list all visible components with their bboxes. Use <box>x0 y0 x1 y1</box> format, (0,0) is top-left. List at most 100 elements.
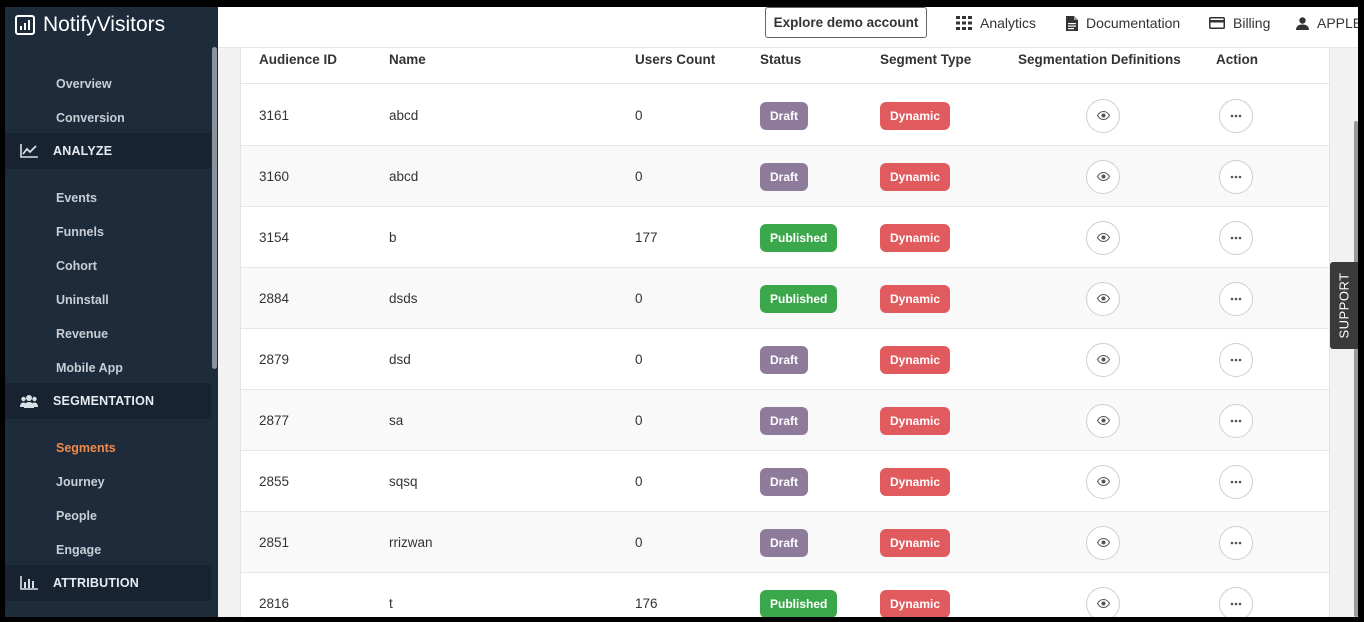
row-actions-button[interactable] <box>1219 403 1253 438</box>
col-audience-id-header[interactable]: Audience ID <box>259 52 337 67</box>
col-name-header[interactable]: Name <box>389 52 426 67</box>
row-actions-button[interactable] <box>1219 464 1253 499</box>
eye-icon <box>1096 416 1110 425</box>
sidebar-item-journey[interactable]: Journey <box>56 475 105 489</box>
segment-type-badge: Dynamic <box>880 101 951 130</box>
table-row[interactable]: 3160 abcd 0 Draft Dynamic <box>241 146 1329 207</box>
sidebar-section-analyze[interactable]: ANALYZE <box>5 133 211 169</box>
col-segment-type-header[interactable]: Segment Type <box>880 52 971 67</box>
table-row[interactable]: 2879 dsd 0 Draft Dynamic <box>241 329 1329 390</box>
status-cell: Draft <box>760 329 809 390</box>
view-definition-button[interactable] <box>1086 159 1120 194</box>
sidebar-item-mobile-app[interactable]: Mobile App <box>56 361 123 375</box>
users-count-cell: 0 <box>635 169 643 184</box>
sidebar-item-segments[interactable]: Segments <box>56 441 116 455</box>
more-horizontal-icon <box>1230 175 1242 178</box>
sidebar-item-revenue[interactable]: Revenue <box>56 327 108 341</box>
view-definition-button[interactable] <box>1086 525 1120 560</box>
status-cell: Draft <box>760 512 809 573</box>
nav-billing[interactable]: Billing <box>1209 15 1270 31</box>
sidebar-section-attribution[interactable]: ATTRIBUTION <box>5 565 211 601</box>
audience-id-cell: 2884 <box>259 291 290 306</box>
sidebar-item-uninstall[interactable]: Uninstall <box>56 293 109 307</box>
table-row[interactable]: 3161 abcd 0 Draft Dynamic <box>241 85 1329 146</box>
sidebar-scrollbar[interactable] <box>212 47 217 369</box>
eye-icon <box>1096 233 1110 242</box>
definitions-cell <box>1086 451 1120 512</box>
definitions-cell <box>1086 85 1120 146</box>
segment-type-badge: Dynamic <box>880 528 951 557</box>
sidebar-item-conversion[interactable]: Conversion <box>56 111 125 125</box>
sidebar-section-label: ATTRIBUTION <box>53 576 139 590</box>
name-cell: sqsq <box>389 474 418 489</box>
explore-demo-button[interactable]: Explore demo account <box>765 7 927 38</box>
status-badge: Published <box>760 589 838 617</box>
users-count-cell: 0 <box>635 108 643 123</box>
users-count-cell: 0 <box>635 291 643 306</box>
status-badge: Draft <box>760 345 809 374</box>
table-row[interactable]: 3154 b 177 Published Dynamic <box>241 207 1329 268</box>
view-definition-button[interactable] <box>1086 281 1120 316</box>
table-row[interactable]: 2851 rrizwan 0 Draft Dynamic <box>241 512 1329 573</box>
logo-icon <box>15 15 35 35</box>
row-actions-button[interactable] <box>1219 342 1253 377</box>
row-actions-button[interactable] <box>1219 220 1253 255</box>
row-actions-button[interactable] <box>1219 586 1253 617</box>
view-definition-button[interactable] <box>1086 403 1120 438</box>
row-actions-button[interactable] <box>1219 98 1253 133</box>
sidebar-section-segmentation[interactable]: SEGMENTATION <box>5 383 211 419</box>
action-cell <box>1219 573 1253 617</box>
table-row[interactable]: 2884 dsds 0 Published Dynamic <box>241 268 1329 329</box>
sidebar-item-engage[interactable]: Engage <box>56 543 101 557</box>
nav-analytics[interactable]: Analytics <box>956 15 1036 31</box>
users-count-cell: 0 <box>635 535 643 550</box>
row-actions-button[interactable] <box>1219 281 1253 316</box>
sidebar-item-events[interactable]: Events <box>56 191 97 205</box>
audience-id-cell: 2855 <box>259 474 290 489</box>
table-row[interactable]: 2855 sqsq 0 Draft Dynamic <box>241 451 1329 512</box>
sidebar-item-people[interactable]: People <box>56 509 97 523</box>
col-users-count-header[interactable]: Users Count <box>635 52 715 67</box>
sidebar-item-cohort[interactable]: Cohort <box>56 259 97 273</box>
status-cell: Published <box>760 573 838 617</box>
more-horizontal-icon <box>1230 297 1242 300</box>
segment-type-badge: Dynamic <box>880 284 951 313</box>
col-segmentation-definitions-header[interactable]: Segmentation Definitions <box>1018 52 1181 67</box>
main-content: Audience ID Name Users Count Status Segment … <box>218 48 1358 617</box>
nav-documentation[interactable]: Documentation <box>1066 15 1180 31</box>
view-definition-button[interactable] <box>1086 586 1120 617</box>
top-bar: Explore demo account Analytics Documenta… <box>218 7 1358 48</box>
app-window: NotifyVisitors Overview Conversion ANALYZE… <box>5 7 1358 617</box>
status-badge: Draft <box>760 528 809 557</box>
sidebar-item-overview[interactable]: Overview <box>56 77 112 91</box>
nav-billing-label: Billing <box>1233 15 1271 31</box>
support-tab[interactable]: SUPPORT <box>1330 262 1358 349</box>
eye-icon <box>1096 355 1110 364</box>
view-definition-button[interactable] <box>1086 98 1120 133</box>
view-definition-button[interactable] <box>1086 464 1120 499</box>
action-cell <box>1219 146 1253 207</box>
brand-logo[interactable]: NotifyVisitors <box>15 11 165 39</box>
grid-icon <box>956 16 972 30</box>
definitions-cell <box>1086 390 1120 451</box>
col-action-header[interactable]: Action <box>1216 52 1258 67</box>
table-row[interactable]: 2816 t 176 Published Dynamic <box>241 573 1329 617</box>
row-actions-button[interactable] <box>1219 159 1253 194</box>
segment-type-badge: Dynamic <box>880 406 951 435</box>
more-horizontal-icon <box>1230 419 1242 422</box>
credit-card-icon <box>1209 17 1225 29</box>
segment-type-badge: Dynamic <box>880 162 951 191</box>
nav-user-account[interactable]: APPLE <box>1296 15 1358 31</box>
sidebar-item-funnels[interactable]: Funnels <box>56 225 104 239</box>
audience-id-cell: 3154 <box>259 230 290 245</box>
view-definition-button[interactable] <box>1086 220 1120 255</box>
status-badge: Draft <box>760 406 809 435</box>
segment-type-cell: Dynamic <box>880 512 951 573</box>
status-badge: Published <box>760 223 838 252</box>
table-row[interactable]: 2877 sa 0 Draft Dynamic <box>241 390 1329 451</box>
col-status-header[interactable]: Status <box>760 52 801 67</box>
view-definition-button[interactable] <box>1086 342 1120 377</box>
definitions-cell <box>1086 207 1120 268</box>
row-actions-button[interactable] <box>1219 525 1253 560</box>
page-scrollbar[interactable] <box>1354 121 1358 617</box>
